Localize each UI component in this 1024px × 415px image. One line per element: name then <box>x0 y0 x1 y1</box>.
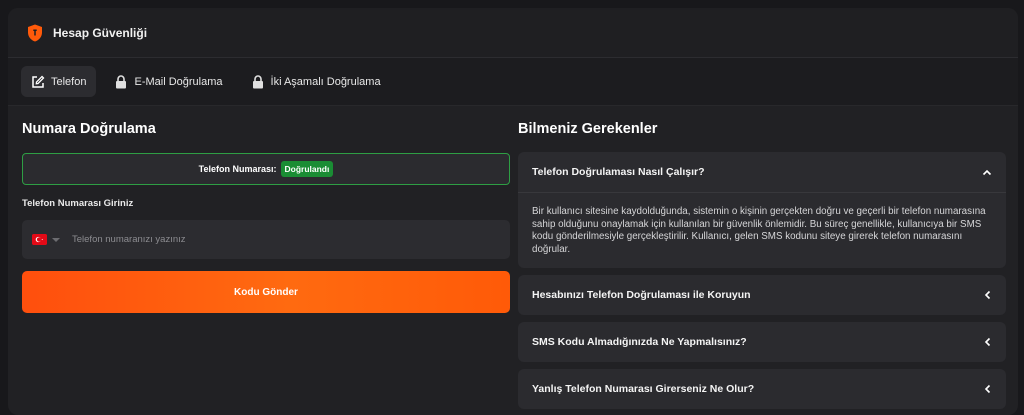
faq-question-header[interactable]: SMS Kodu Almadığınızda Ne Yapmalısınız? <box>518 322 1006 362</box>
turkey-flag-icon[interactable] <box>32 234 47 245</box>
tab-bar: Telefon E-Mail Doğrulama İki Aşamalı Doğ… <box>8 58 1018 106</box>
chevron-left-icon <box>982 384 992 394</box>
faq-item: SMS Kodu Almadığınızda Ne Yapmalısınız? <box>518 322 1006 362</box>
country-dropdown-icon[interactable] <box>52 237 60 242</box>
section-title: Numara Doğrulama <box>22 121 156 137</box>
tab-label: Telefon <box>51 75 87 88</box>
faq-question: SMS Kodu Almadığınızda Ne Yapmalısınız? <box>532 336 747 348</box>
panel-header: Hesap Güvenliği <box>8 8 1018 58</box>
tab-telefon[interactable]: Telefon <box>21 66 97 97</box>
faq-question-header[interactable]: Hesabınızı Telefon Doğrulaması ile Koruy… <box>518 275 1006 315</box>
chevron-left-icon <box>982 290 992 300</box>
account-security-panel: Hesap Güvenliği Telefon E-Mail Doğrulama <box>8 8 1018 415</box>
tab-label: İki Aşamalı Doğrulama <box>270 75 381 88</box>
chevron-up-icon <box>982 167 992 177</box>
page-title: Hesap Güvenliği <box>53 25 148 40</box>
faq-item: Yanlış Telefon Numarası Girerseniz Ne Ol… <box>518 369 1006 409</box>
chevron-left-icon <box>982 337 992 347</box>
faq-item: Telefon Doğrulaması Nasıl Çalışır? Bir k… <box>518 152 1006 268</box>
faq-question: Telefon Doğrulaması Nasıl Çalışır? <box>532 166 705 178</box>
edit-icon <box>31 75 45 89</box>
status-badge: Doğrulandı <box>280 161 334 177</box>
phone-verification-section: Numara Doğrulama Telefon Numarası: Doğru… <box>22 118 510 313</box>
tab-label: E-Mail Doğrulama <box>134 75 223 88</box>
phone-input-group <box>22 220 510 259</box>
faq-question: Hesabınızı Telefon Doğrulaması ile Koruy… <box>532 289 751 301</box>
lock-icon <box>114 74 128 89</box>
tab-email-verification[interactable]: E-Mail Doğrulama <box>104 66 232 97</box>
shield-icon <box>27 24 43 42</box>
faq-answer: Bir kullanıcı sitesine kaydolduğunda, si… <box>518 192 1006 268</box>
faq-question-header[interactable]: Telefon Doğrulaması Nasıl Çalışır? <box>518 152 1006 192</box>
lock-icon <box>251 74 265 89</box>
status-label: Telefon Numarası: <box>198 164 277 174</box>
phone-input[interactable] <box>72 234 452 245</box>
faq-section: Bilmeniz Gerekenler Telefon Doğrulaması … <box>518 118 1006 415</box>
send-code-button[interactable]: Kodu Gönder <box>22 271 510 313</box>
faq-item: Hesabınızı Telefon Doğrulaması ile Koruy… <box>518 275 1006 315</box>
phone-field-label: Telefon Numarası Giriniz <box>22 198 134 209</box>
section-title: Bilmeniz Gerekenler <box>518 121 658 137</box>
tab-two-factor[interactable]: İki Aşamalı Doğrulama <box>241 66 391 97</box>
faq-question-header[interactable]: Yanlış Telefon Numarası Girerseniz Ne Ol… <box>518 369 1006 409</box>
verification-status: Telefon Numarası: Doğrulandı <box>22 153 510 185</box>
faq-question: Yanlış Telefon Numarası Girerseniz Ne Ol… <box>532 383 755 395</box>
faq-accordion: Telefon Doğrulaması Nasıl Çalışır? Bir k… <box>518 152 1006 409</box>
